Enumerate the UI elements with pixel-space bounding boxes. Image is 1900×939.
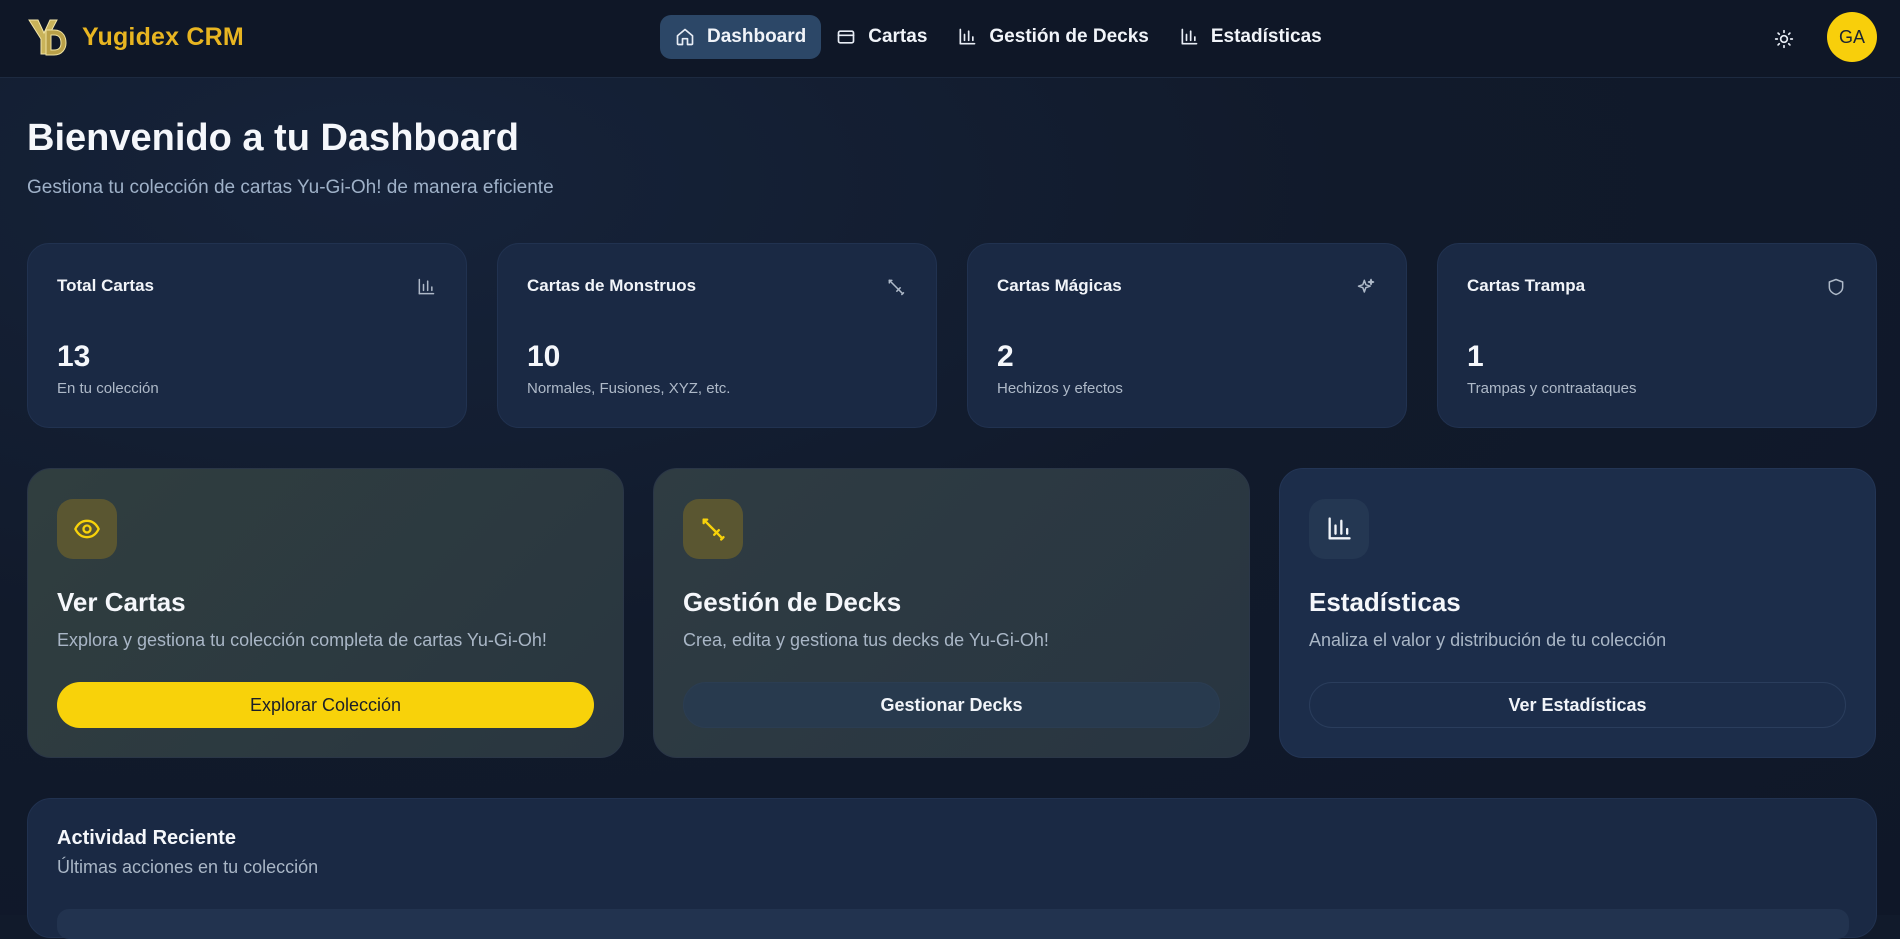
card-title: Estadísticas	[1309, 587, 1461, 617]
stat-value: 2	[997, 340, 1014, 373]
activity-list-item	[57, 909, 1849, 939]
nav-item-cartas[interactable]: Cartas	[821, 15, 942, 59]
card-icon-badge	[57, 499, 117, 559]
main-nav: Dashboard Cartas Gestión de Decks Estadí…	[660, 15, 1337, 59]
stat-card-monstruos: Cartas de Monstruos 10 Normales, Fusione…	[497, 243, 937, 428]
stat-value: 13	[57, 340, 91, 373]
card-gestion-decks: Gestión de Decks Crea, edita y gestiona …	[653, 468, 1250, 758]
nav-label: Dashboard	[707, 26, 807, 47]
stat-description: Trampas y contraataques	[1467, 380, 1637, 397]
stat-label: Cartas Trampa	[1467, 276, 1586, 295]
nav-label: Cartas	[868, 26, 928, 47]
sword-icon	[702, 518, 725, 541]
bar-chart-icon	[1181, 28, 1198, 45]
app-name: Yugidex CRM	[82, 22, 244, 51]
eye-icon	[74, 519, 100, 539]
bar-chart-icon	[418, 278, 435, 295]
card-description: Crea, edita y gestiona tus decks de Yu-G…	[683, 630, 1049, 650]
card-icon	[837, 30, 855, 44]
stat-label: Cartas Mágicas	[997, 276, 1122, 295]
logo[interactable]: Yugidex CRM	[26, 16, 244, 58]
stat-description: Normales, Fusiones, XYZ, etc.	[527, 380, 731, 397]
avatar[interactable]: GA	[1827, 12, 1877, 62]
card-estadisticas: Estadísticas Analiza el valor y distribu…	[1279, 468, 1876, 758]
recent-activity-panel: Actividad Reciente Últimas acciones en t…	[27, 798, 1877, 939]
card-description: Explora y gestiona tu colección completa…	[57, 630, 547, 650]
stat-description: Hechizos y efectos	[997, 380, 1123, 397]
card-title: Gestión de Decks	[683, 587, 902, 617]
nav-label: Gestión de Decks	[989, 26, 1149, 47]
stat-value: 1	[1467, 340, 1484, 373]
view-stats-button[interactable]: Ver Estadísticas	[1309, 682, 1846, 728]
card-icon-badge	[683, 499, 743, 559]
page-subtitle: Gestiona tu colección de cartas Yu-Gi-Oh…	[27, 177, 554, 198]
card-ver-cartas: Ver Cartas Explora y gestiona tu colecci…	[27, 468, 624, 758]
bar-chart-icon	[959, 28, 976, 45]
stat-card-trampa: Cartas Trampa 1 Trampas y contraataques	[1437, 243, 1877, 428]
card-icon-badge	[1309, 499, 1369, 559]
bar-chart-icon	[1328, 517, 1351, 540]
sword-icon	[888, 279, 905, 296]
stat-card-total: Total Cartas 13 En tu colección	[27, 243, 467, 428]
stat-label: Total Cartas	[57, 276, 154, 295]
card-title: Ver Cartas	[57, 587, 186, 617]
nav-item-dashboard[interactable]: Dashboard	[660, 15, 822, 59]
explore-collection-button[interactable]: Explorar Colección	[57, 682, 594, 728]
stat-value: 10	[527, 340, 561, 373]
sun-icon	[1774, 29, 1794, 49]
nav-label: Estadísticas	[1210, 26, 1322, 47]
page-title: Bienvenido a tu Dashboard	[27, 117, 519, 159]
section-title: Actividad Reciente	[57, 827, 236, 849]
stat-card-magicas: Cartas Mágicas 2 Hechizos y efectos	[967, 243, 1407, 428]
theme-toggle-button[interactable]	[1770, 25, 1798, 53]
sparkles-icon	[1357, 278, 1375, 293]
section-subtitle: Últimas acciones en tu colección	[57, 857, 319, 877]
nav-item-estadisticas[interactable]: Estadísticas	[1164, 15, 1337, 59]
manage-decks-button[interactable]: Gestionar Decks	[683, 682, 1220, 728]
stat-label: Cartas de Monstruos	[527, 276, 697, 295]
top-navbar: Yugidex CRM Dashboard Cartas Gestión de …	[0, 0, 1900, 78]
nav-item-gestion-decks[interactable]: Gestión de Decks	[942, 15, 1163, 59]
home-icon	[676, 28, 694, 46]
logo-mark-icon	[28, 19, 67, 56]
stat-description: En tu colección	[57, 380, 159, 397]
card-description: Analiza el valor y distribución de tu co…	[1309, 630, 1667, 650]
shield-icon	[1828, 278, 1844, 296]
